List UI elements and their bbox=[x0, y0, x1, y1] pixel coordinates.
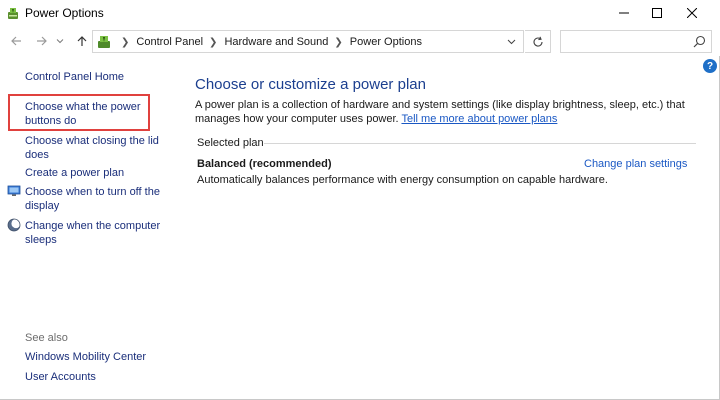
moon-icon bbox=[7, 218, 21, 232]
power-buttons-link[interactable]: Choose what the power buttons do bbox=[25, 100, 155, 128]
breadcrumb-separator[interactable]: ❯ bbox=[121, 37, 129, 48]
closing-lid-link[interactable]: Choose what closing the lid does bbox=[25, 134, 165, 162]
minimize-button[interactable] bbox=[608, 0, 640, 26]
page-description: A power plan is a collection of hardware… bbox=[195, 98, 695, 126]
breadcrumb-control-panel[interactable]: Control Panel bbox=[136, 36, 203, 48]
arrow-up-icon bbox=[77, 36, 87, 46]
computer-sleeps-link[interactable]: Change when the computer sleeps bbox=[25, 219, 165, 247]
control-panel-icon bbox=[98, 36, 110, 48]
monitor-icon bbox=[7, 185, 21, 196]
search-input[interactable] bbox=[565, 34, 685, 49]
section-divider bbox=[264, 143, 696, 144]
arrow-right-icon bbox=[37, 36, 47, 46]
up-button[interactable] bbox=[72, 31, 92, 51]
close-icon bbox=[687, 8, 697, 18]
arrow-left-icon bbox=[11, 36, 21, 46]
selected-plan-heading: Selected plan bbox=[197, 137, 264, 149]
window-title: Power Options bbox=[25, 6, 104, 20]
page-title: Choose or customize a power plan bbox=[195, 76, 426, 93]
back-button[interactable] bbox=[6, 31, 26, 51]
address-dropdown-button[interactable] bbox=[500, 31, 522, 52]
maximize-button[interactable] bbox=[641, 0, 673, 26]
chevron-down-icon bbox=[507, 39, 515, 45]
see-also-heading: See also bbox=[25, 332, 68, 344]
refresh-button[interactable] bbox=[525, 30, 551, 53]
main-content: Choose or customize a power plan A power… bbox=[176, 56, 720, 399]
chevron-down-icon bbox=[56, 39, 64, 44]
mobility-center-link[interactable]: Windows Mobility Center bbox=[25, 350, 146, 364]
refresh-icon bbox=[533, 36, 543, 47]
turn-off-display-link[interactable]: Choose when to turn off the display bbox=[25, 185, 165, 213]
user-accounts-link[interactable]: User Accounts bbox=[25, 370, 96, 384]
left-navigation-pane: Control Panel Home Choose what the power… bbox=[0, 56, 176, 399]
plan-name: Balanced (recommended) bbox=[197, 158, 332, 170]
power-plans-help-link[interactable]: Tell me more about power plans bbox=[401, 113, 557, 125]
create-power-plan-link[interactable]: Create a power plan bbox=[25, 166, 124, 180]
navigation-bar: ❯ Control Panel ❯ Hardware and Sound ❯ P… bbox=[0, 26, 720, 56]
plan-description: Automatically balances performance with … bbox=[197, 174, 608, 186]
recent-locations-button[interactable] bbox=[54, 31, 66, 51]
close-button[interactable] bbox=[676, 0, 708, 26]
breadcrumb-hardware-and-sound[interactable]: Hardware and Sound bbox=[224, 36, 328, 48]
control-panel-home-link[interactable]: Control Panel Home bbox=[25, 70, 124, 84]
breadcrumb-separator[interactable]: ❯ bbox=[334, 37, 342, 48]
title-bar[interactable]: Power Options bbox=[0, 0, 720, 26]
forward-button[interactable] bbox=[32, 31, 52, 51]
minimize-icon bbox=[619, 12, 629, 14]
search-icon[interactable] bbox=[693, 35, 706, 48]
breadcrumb-power-options[interactable]: Power Options bbox=[350, 36, 422, 48]
search-box[interactable] bbox=[560, 30, 712, 53]
maximize-icon bbox=[652, 8, 662, 18]
change-plan-settings-link[interactable]: Change plan settings bbox=[584, 158, 687, 170]
power-options-icon bbox=[8, 8, 18, 19]
breadcrumb-separator[interactable]: ❯ bbox=[209, 37, 217, 48]
address-bar[interactable]: ❯ Control Panel ❯ Hardware and Sound ❯ P… bbox=[92, 30, 524, 53]
breadcrumb: ❯ Control Panel ❯ Hardware and Sound ❯ P… bbox=[115, 35, 422, 49]
